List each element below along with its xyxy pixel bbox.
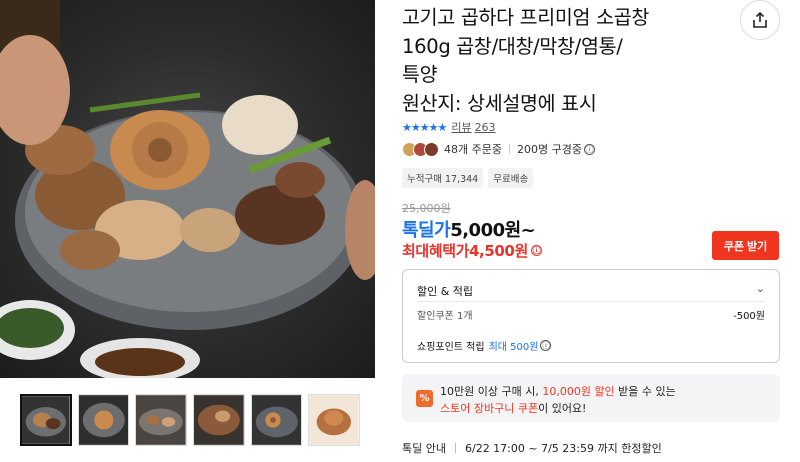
review-label[interactable]: 리뷰 xyxy=(451,119,471,135)
title-line-2: 160g 곱창/대창/막창/염통/ xyxy=(402,34,623,58)
rating-row[interactable]: ★★★★★ 리뷰 263 xyxy=(402,119,496,135)
title-line-1: 고기고 곱하다 프리미엄 소곱창 xyxy=(402,6,650,29)
thumbnail-strip xyxy=(20,394,361,446)
info-icon[interactable]: ⓘ xyxy=(540,340,552,351)
promo-line-1: 10만원 이상 구매 시, 10,000원 할인 받을 수 있는 xyxy=(440,385,676,398)
star-rating-icon: ★★★★★ xyxy=(402,120,447,134)
info-icon[interactable]: ⓘ xyxy=(583,143,595,155)
chevron-down-icon[interactable]: ⌄ xyxy=(756,282,765,295)
cart-coupon-banner[interactable]: % 10만원 이상 구매 시, 10,000원 할인 받을 수 있는 스토어 장… xyxy=(402,374,780,422)
points-value: 최대 500원 xyxy=(488,342,539,353)
max-price-value: 4,500원 xyxy=(469,242,528,260)
thumbnail-6[interactable] xyxy=(308,394,361,446)
thumbnail-3[interactable] xyxy=(135,394,188,446)
tag-list: 누적구매 17,344 무료배송 xyxy=(402,168,534,188)
discount-header[interactable]: 할인 & 적립 xyxy=(417,283,473,299)
orders-count: 48개 주문중 xyxy=(444,143,502,156)
buyer-avatars xyxy=(402,141,439,157)
thumbnail-1[interactable] xyxy=(20,394,72,446)
divider xyxy=(508,144,510,154)
max-price-label: 최대혜택가 xyxy=(402,242,470,260)
deal-info-row: 톡딜 안내 6/22 17:00 ~ 7/5 23:59 까지 한정할인 xyxy=(402,440,662,456)
product-title: 고기고 곱하다 프리미엄 소곱창 160g 곱창/대창/막창/염통/ 특양 원산… xyxy=(402,4,722,118)
deal-price: 톡딜가5,000원~ xyxy=(402,216,536,242)
promo-line-2: 스토어 장바구니 쿠폰이 있어요! xyxy=(440,402,587,415)
divider xyxy=(417,301,765,302)
deal-info-label: 톡딜 안내 xyxy=(402,442,446,455)
points-label: 쇼핑포인트 적립 xyxy=(417,342,485,353)
review-count[interactable]: 263 xyxy=(475,121,496,134)
discount-accordion: 할인 & 적립 ⌄ 할인쿠폰 1개 -500원 쇼핑포인트 적립 최대 500원… xyxy=(402,269,780,363)
percent-icon: % xyxy=(416,390,433,407)
original-price: 25,000원 xyxy=(402,202,451,215)
avatar xyxy=(424,141,439,157)
coupon-value: -500원 xyxy=(733,311,765,322)
tag-free-shipping: 무료배송 xyxy=(488,168,534,188)
divider xyxy=(454,443,456,453)
main-product-image[interactable] xyxy=(0,0,375,378)
info-icon[interactable]: ⓘ xyxy=(530,245,542,256)
deal-price-label: 톡딜가 xyxy=(402,220,451,241)
tag-cumulative-purchases: 누적구매 17,344 xyxy=(402,168,484,188)
thumbnail-4[interactable] xyxy=(193,394,245,446)
order-status-row: 48개 주문중 200명 구경중 ⓘ xyxy=(402,141,595,157)
title-line-3: 특양 xyxy=(402,63,438,86)
max-benefit-price: 최대혜택가 4,500원 ⓘ xyxy=(402,240,542,261)
share-icon xyxy=(753,11,767,28)
coupon-label: 할인쿠폰 1개 xyxy=(417,311,473,322)
viewers-count: 200명 구경중 xyxy=(516,143,582,156)
title-line-4: 원산지: 상세설명에 표시 xyxy=(402,91,597,115)
deal-info-period: 6/22 17:00 ~ 7/5 23:59 까지 한정할인 xyxy=(464,442,662,455)
deal-price-value: 5,000원~ xyxy=(450,220,536,241)
thumbnail-2[interactable] xyxy=(77,394,130,446)
thumbnail-5[interactable] xyxy=(250,394,303,446)
share-button[interactable] xyxy=(740,0,780,40)
get-coupon-button[interactable]: 쿠폰 받기 xyxy=(712,231,779,260)
points-row: 쇼핑포인트 적립 최대 500원 ⓘ xyxy=(417,338,552,353)
